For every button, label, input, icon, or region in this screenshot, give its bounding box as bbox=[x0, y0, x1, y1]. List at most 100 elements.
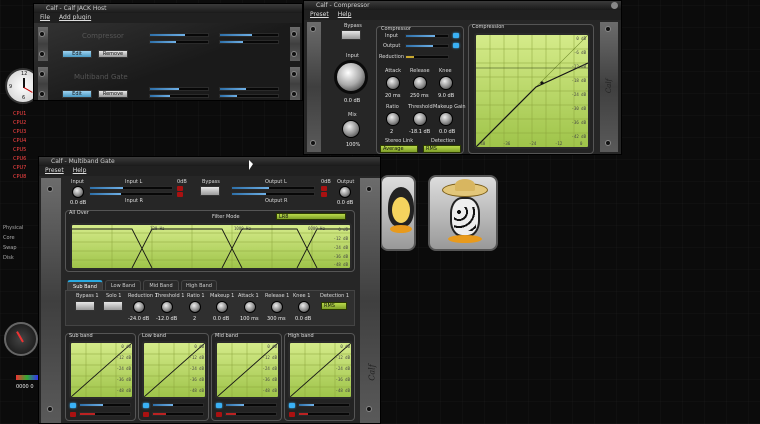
control-label: Solo 1 bbox=[106, 293, 122, 299]
makeup-1-knob[interactable] bbox=[216, 301, 228, 313]
edit-button[interactable]: Edit bbox=[62, 90, 92, 98]
multiband-gate-window: Calf - Multiband Gate Preset Help Calf I… bbox=[38, 156, 381, 424]
input-knob[interactable] bbox=[72, 186, 84, 198]
menu-help[interactable]: Help bbox=[338, 10, 352, 20]
release-1-knob[interactable] bbox=[271, 301, 283, 313]
output-label: Output bbox=[337, 179, 355, 185]
meter-label: Input bbox=[385, 33, 398, 39]
knee-knob[interactable] bbox=[439, 76, 453, 90]
input-r-label: Input R bbox=[125, 198, 144, 204]
band-meter bbox=[225, 403, 277, 407]
reduction-1-knob[interactable] bbox=[133, 301, 145, 313]
band-meter bbox=[152, 403, 204, 407]
control-value: 0.0 dB bbox=[213, 316, 230, 322]
compression-graph-section: Compression 0 dB -6 dB -12 dB -18 dB -24… bbox=[468, 24, 594, 154]
edit-button[interactable]: Edit bbox=[62, 50, 92, 58]
bypass-button[interactable] bbox=[341, 30, 361, 40]
tab-low-band[interactable]: Low Band bbox=[105, 280, 141, 290]
filter-mode-select[interactable]: LR8 bbox=[276, 213, 346, 220]
cpu-row: CPU3 bbox=[13, 129, 27, 135]
input-value: 0.0 dB bbox=[344, 98, 361, 104]
status-text: 0000 0 bbox=[16, 384, 34, 390]
threshold-1-knob[interactable] bbox=[161, 301, 173, 313]
bypass-label: Bypass bbox=[344, 23, 362, 29]
meter-label: Output bbox=[383, 43, 401, 49]
cpu-row: CPU8 bbox=[13, 174, 27, 180]
knob-label: Threshold bbox=[408, 104, 433, 110]
compressor-body: Bypass Input 0.0 dB Mix 100% Compressor … bbox=[304, 20, 621, 154]
band-led bbox=[70, 412, 76, 417]
input-value: 0.0 dB bbox=[70, 200, 87, 206]
band-title: Sub band bbox=[69, 333, 93, 339]
input-label: Input bbox=[71, 179, 84, 185]
bypass-button[interactable] bbox=[200, 186, 220, 196]
knob-label: Ratio bbox=[386, 104, 399, 110]
compressor-window: Calf - Compressor Preset Help Bypass Inp… bbox=[303, 0, 622, 155]
freq-label: 120 Hz bbox=[150, 226, 165, 231]
desktop-icon-mexican-penguin[interactable] bbox=[428, 175, 498, 251]
tab-mid-band[interactable]: Mid Band bbox=[143, 280, 179, 290]
filter-mode-label: Filter Mode bbox=[212, 214, 240, 220]
tab-high-band[interactable]: High Band bbox=[181, 280, 217, 290]
menu-file[interactable]: File bbox=[40, 13, 50, 23]
detection-1-select[interactable]: RMS bbox=[321, 302, 347, 310]
band-meter bbox=[79, 412, 131, 416]
band-title: Mid band bbox=[215, 333, 239, 339]
jack-host-window: Calf - Calf JACK Host File Add plugin Co… bbox=[33, 3, 303, 101]
solo-1-button[interactable] bbox=[103, 301, 123, 311]
control-label: Reduction 1 bbox=[128, 293, 158, 299]
desktop-icon-penguin[interactable] bbox=[380, 175, 416, 251]
output-l-meter bbox=[231, 186, 315, 190]
band-led bbox=[289, 412, 295, 417]
band-meter bbox=[298, 412, 350, 416]
menu-help[interactable]: Help bbox=[73, 166, 87, 176]
output-r-label: Output R bbox=[265, 198, 288, 204]
detection-label: Detection bbox=[431, 138, 456, 144]
tab-sub-band[interactable]: Sub Band bbox=[67, 280, 103, 290]
sys-label: Core bbox=[3, 235, 15, 241]
control-value: 100 ms bbox=[240, 316, 259, 322]
input-meter bbox=[405, 34, 449, 38]
makeup-knob[interactable] bbox=[439, 112, 453, 126]
attack-knob[interactable] bbox=[386, 76, 400, 90]
menu-add-plugin[interactable]: Add plugin bbox=[59, 13, 91, 23]
multiband-menu-bar: Preset Help bbox=[39, 166, 380, 176]
remove-button[interactable]: Remove bbox=[98, 50, 128, 58]
knob-value: -18.1 dB bbox=[409, 129, 431, 135]
knob-label: Makeup Gain bbox=[433, 104, 466, 110]
band-graph: 0 dB -12 dB -24 dB -36 dB -48 dB bbox=[288, 341, 353, 399]
stereo-link-label: Stereo Link bbox=[385, 138, 414, 144]
threshold-knob[interactable] bbox=[413, 112, 427, 126]
release-knob[interactable] bbox=[413, 76, 427, 90]
db-label: 0dB bbox=[321, 179, 331, 185]
mix-knob[interactable] bbox=[342, 120, 360, 138]
stereo-link-select[interactable]: Average bbox=[380, 145, 418, 153]
band-led bbox=[216, 403, 222, 408]
plugin-row-multiband-gate: Multiband Gate Edit Remove bbox=[34, 67, 302, 100]
knee-1-knob[interactable] bbox=[298, 301, 310, 313]
calf-logo: Calf bbox=[605, 78, 614, 94]
close-icon[interactable] bbox=[611, 2, 618, 9]
mouse-cursor-icon bbox=[249, 160, 253, 170]
attack-1-knob[interactable] bbox=[244, 301, 256, 313]
ratio-knob[interactable] bbox=[386, 112, 400, 126]
compressor-menu-bar: Preset Help bbox=[304, 10, 621, 20]
ratio-1-knob[interactable] bbox=[189, 301, 201, 313]
detection-select[interactable]: RMS bbox=[423, 145, 461, 153]
menu-preset[interactable]: Preset bbox=[45, 166, 64, 176]
control-label: Ratio 1 bbox=[187, 293, 205, 299]
bypass-1-button[interactable] bbox=[75, 301, 95, 311]
color-bar bbox=[16, 375, 38, 380]
calf-logo: Calf bbox=[367, 364, 377, 381]
band-title: High band bbox=[288, 333, 314, 339]
section-title: Compressor bbox=[381, 26, 411, 32]
input-l-meter bbox=[89, 186, 173, 190]
remove-button[interactable]: Remove bbox=[98, 90, 128, 98]
band-meter bbox=[225, 412, 277, 416]
output-knob[interactable] bbox=[339, 186, 351, 198]
cpu-row: CPU7 bbox=[13, 165, 27, 171]
control-label: Threshold 1 bbox=[155, 293, 185, 299]
menu-preset[interactable]: Preset bbox=[310, 10, 329, 20]
db-label: 0dB bbox=[177, 179, 187, 185]
input-knob[interactable] bbox=[334, 60, 368, 94]
